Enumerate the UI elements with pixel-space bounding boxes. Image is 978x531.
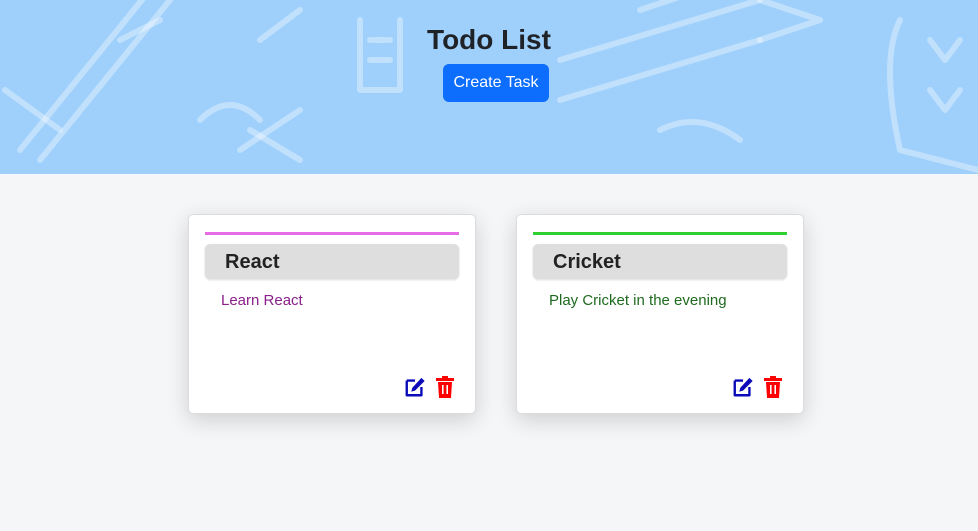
task-card-header: React — [205, 244, 459, 279]
trash-icon[interactable] — [436, 376, 454, 398]
task-card-header: Cricket — [533, 244, 787, 279]
page-title: Todo List — [427, 24, 551, 55]
task-description: Learn React — [221, 292, 303, 309]
task-accent-bar — [205, 232, 459, 235]
task-title: Cricket — [553, 251, 621, 273]
edit-icon[interactable] — [404, 376, 426, 398]
create-task-button[interactable]: Create Task — [443, 64, 549, 102]
task-title: React — [225, 251, 280, 273]
task-accent-bar — [533, 232, 787, 235]
header-banner: Todo List Create Task — [0, 0, 978, 174]
edit-icon[interactable] — [732, 376, 754, 398]
task-card: Cricket Play Cricket in the evening — [516, 214, 804, 414]
trash-icon[interactable] — [764, 376, 782, 398]
task-description: Play Cricket in the evening — [549, 292, 727, 309]
task-card: React Learn React — [188, 214, 476, 414]
